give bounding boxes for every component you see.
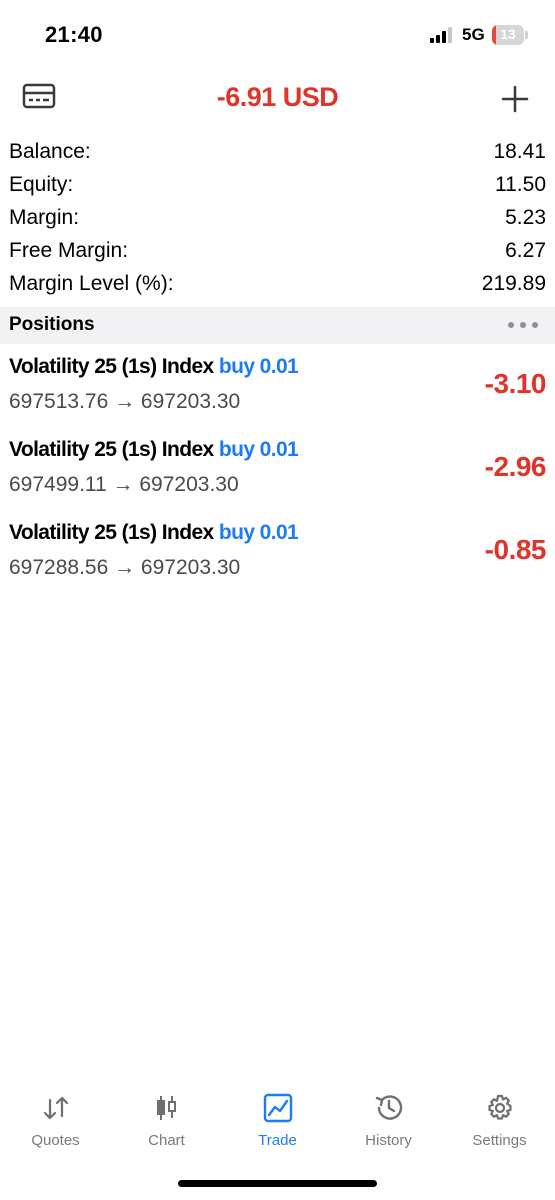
margin-level-row: Margin Level (%): 219.89 [0, 268, 555, 301]
candlestick-icon [152, 1093, 182, 1123]
free-margin-value: 6.27 [505, 239, 546, 262]
battery-icon: 13 [492, 25, 524, 45]
position-prices: 697288.56 → 697203.30 [9, 556, 241, 579]
margin-value: 5.23 [505, 206, 546, 229]
tab-quotes[interactable]: Quotes [0, 1085, 111, 1165]
free-margin-label: Free Margin: [9, 239, 129, 262]
position-side: buy 0.01 [218, 521, 299, 544]
app-root: 21:40 5G 13 -6.91 USD Balance: 18.41 Equ… [0, 0, 555, 1200]
position-symbol: Volatility 25 (1s) Index [9, 355, 214, 378]
network-type: 5G [462, 25, 485, 44]
battery-percent: 13 [500, 26, 516, 42]
battery-tip [525, 31, 528, 39]
position-side: buy 0.01 [218, 438, 299, 461]
history-clock-icon [374, 1093, 404, 1123]
margin-label: Margin: [9, 206, 80, 229]
gear-icon [485, 1093, 515, 1123]
position-row[interactable]: Volatility 25 (1s) Index buy 0.01 697288… [0, 516, 555, 599]
free-margin-row: Free Margin: 6.27 [0, 235, 555, 268]
position-symbol: Volatility 25 (1s) Index [9, 521, 214, 544]
equity-value: 11.50 [495, 173, 546, 196]
tab-chart[interactable]: Chart [111, 1085, 222, 1165]
tab-settings[interactable]: Settings [444, 1085, 555, 1165]
status-time: 21:40 [45, 22, 103, 47]
balance-value: 18.41 [493, 140, 546, 163]
balance-row: Balance: 18.41 [0, 136, 555, 169]
equity-label: Equity: [9, 173, 74, 196]
position-title: Volatility 25 (1s) Index buy 0.01 [9, 355, 299, 379]
positions-list: Volatility 25 (1s) Index buy 0.01 697513… [0, 350, 555, 599]
top-header: -6.91 USD [0, 70, 555, 126]
position-row[interactable]: Volatility 25 (1s) Index buy 0.01 697513… [0, 350, 555, 433]
position-profit: -2.96 [484, 451, 547, 482]
position-prices: 697513.76 → 697203.30 [9, 390, 241, 413]
more-options-icon[interactable] [508, 322, 538, 328]
balance-label: Balance: [9, 140, 91, 163]
position-prices: 697499.11 → 697203.30 [9, 473, 239, 496]
tab-label: Quotes [31, 1132, 80, 1149]
tab-label: Settings [472, 1132, 527, 1149]
position-title: Volatility 25 (1s) Index buy 0.01 [9, 438, 299, 462]
position-title: Volatility 25 (1s) Index buy 0.01 [9, 521, 299, 545]
status-bar: 21:40 5G 13 [0, 0, 555, 70]
tab-label: Trade [258, 1132, 297, 1149]
trade-chart-icon [263, 1093, 293, 1123]
margin-row: Margin: 5.23 [0, 202, 555, 235]
position-profit: -3.10 [484, 368, 547, 399]
position-symbol: Volatility 25 (1s) Index [9, 438, 214, 461]
tab-label: History [365, 1132, 412, 1149]
positions-title: Positions [9, 314, 95, 335]
tab-history[interactable]: History [333, 1085, 444, 1165]
margin-level-label: Margin Level (%): [9, 272, 174, 295]
positions-section-header: Positions [0, 307, 555, 344]
position-profit: -0.85 [484, 534, 547, 565]
signal-strength-icon [430, 27, 454, 43]
tab-label: Chart [148, 1132, 185, 1149]
tab-trade[interactable]: Trade [222, 1085, 333, 1165]
floating-profit-title: -6.91 USD [216, 82, 339, 112]
bottom-tab-bar: Quotes Chart Trade History Settings [0, 1085, 555, 1165]
equity-row: Equity: 11.50 [0, 169, 555, 202]
new-order-plus-icon[interactable] [500, 84, 530, 114]
margin-level-value: 219.89 [481, 272, 546, 295]
home-indicator[interactable] [178, 1180, 377, 1187]
position-side: buy 0.01 [218, 355, 299, 378]
account-summary: Balance: 18.41 Equity: 11.50 Margin: 5.2… [0, 136, 555, 301]
quotes-arrows-icon [41, 1093, 71, 1123]
position-row[interactable]: Volatility 25 (1s) Index buy 0.01 697499… [0, 433, 555, 516]
